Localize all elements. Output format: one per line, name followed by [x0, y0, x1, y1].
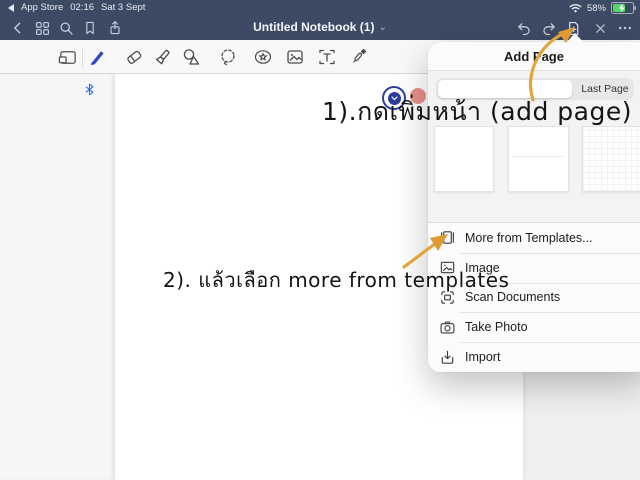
template-section: Last Page Current Template Flashcard Squ…	[428, 71, 640, 222]
import-icon	[439, 349, 456, 366]
lasso-tool[interactable]	[215, 44, 241, 70]
close-icon	[593, 21, 608, 36]
thumbnails-button[interactable]	[32, 18, 52, 38]
stickers-tool[interactable]	[250, 44, 276, 70]
search-button[interactable]	[56, 18, 76, 38]
back-button[interactable]	[8, 18, 28, 38]
navigation-bar: Untitled Notebook (1) ⌄	[0, 16, 640, 40]
template-thumb-squared[interactable]	[582, 126, 640, 192]
segment-last-page[interactable]: Last Page	[576, 78, 634, 100]
templates-icon	[439, 229, 456, 246]
redo-icon	[541, 20, 558, 37]
clock: 02:16	[70, 2, 94, 13]
menu-item-take-photo[interactable]: Take Photo	[428, 312, 640, 342]
scan-icon	[439, 289, 456, 306]
bookmark-button[interactable]	[80, 18, 100, 38]
menu-item-import[interactable]: Import	[428, 342, 640, 372]
menu-item-more-from-templates[interactable]: More from Templates...	[428, 223, 640, 253]
popover-arrow	[566, 33, 584, 43]
date: Sat 3 Sept	[101, 2, 145, 13]
canvas-margin-left	[0, 74, 114, 480]
pen-tool[interactable]	[84, 44, 110, 70]
popover-title: Add Page	[428, 42, 640, 70]
search-icon	[58, 20, 75, 37]
template-thumb-flashcard[interactable]	[508, 126, 569, 192]
battery-charging-icon	[611, 2, 634, 14]
more-button[interactable]	[615, 18, 635, 38]
highlighter-tool[interactable]	[150, 44, 176, 70]
bluetooth-icon	[85, 83, 94, 96]
camera-icon	[439, 319, 456, 336]
toolbar-divider	[82, 47, 83, 67]
color-swatch-blue[interactable]	[382, 86, 406, 110]
wifi-icon	[569, 3, 582, 13]
back-to-app-label[interactable]: App Store	[21, 2, 63, 13]
chevron-left-icon	[15, 23, 20, 33]
status-bar: App Store 02:16 Sat 3 Sept 58%	[0, 0, 640, 16]
template-thumb-current[interactable]	[434, 126, 494, 192]
zoom-window-tool[interactable]	[54, 44, 80, 70]
share-button[interactable]	[105, 18, 125, 38]
undo-icon	[515, 20, 532, 37]
chevron-down-icon: ⌄	[378, 22, 386, 33]
app-screen: App Store 02:16 Sat 3 Sept 58%	[0, 0, 640, 480]
redo-button[interactable]	[539, 18, 559, 38]
segmented-control[interactable]: Last Page	[436, 78, 634, 100]
image-icon	[439, 259, 456, 276]
text-tool[interactable]	[314, 44, 340, 70]
more-icon	[617, 20, 633, 36]
eraser-tool[interactable]	[121, 44, 147, 70]
image-tool[interactable]	[282, 44, 308, 70]
undo-button[interactable]	[513, 18, 533, 38]
notebook-title[interactable]: Untitled Notebook (1) ⌄	[253, 20, 387, 34]
close-button[interactable]	[590, 18, 610, 38]
back-to-app-icon[interactable]	[8, 4, 14, 12]
bookmark-icon	[82, 20, 98, 36]
color-swatch-red[interactable]	[410, 88, 426, 104]
battery-percent: 58%	[587, 3, 606, 14]
share-icon	[107, 20, 123, 36]
grid-icon	[34, 20, 51, 37]
add-page-menu: More from Templates... Image Scan Docume…	[428, 223, 640, 372]
shapes-tool[interactable]	[179, 44, 205, 70]
add-page-popover: Add Page Last Page Current Template Flas…	[428, 42, 640, 372]
pen-icon	[86, 46, 108, 68]
laser-pointer-tool[interactable]	[345, 44, 371, 70]
menu-item-scan-documents[interactable]: Scan Documents	[428, 283, 640, 313]
segment-template-selected[interactable]	[438, 80, 572, 98]
menu-item-image[interactable]: Image	[428, 253, 640, 283]
